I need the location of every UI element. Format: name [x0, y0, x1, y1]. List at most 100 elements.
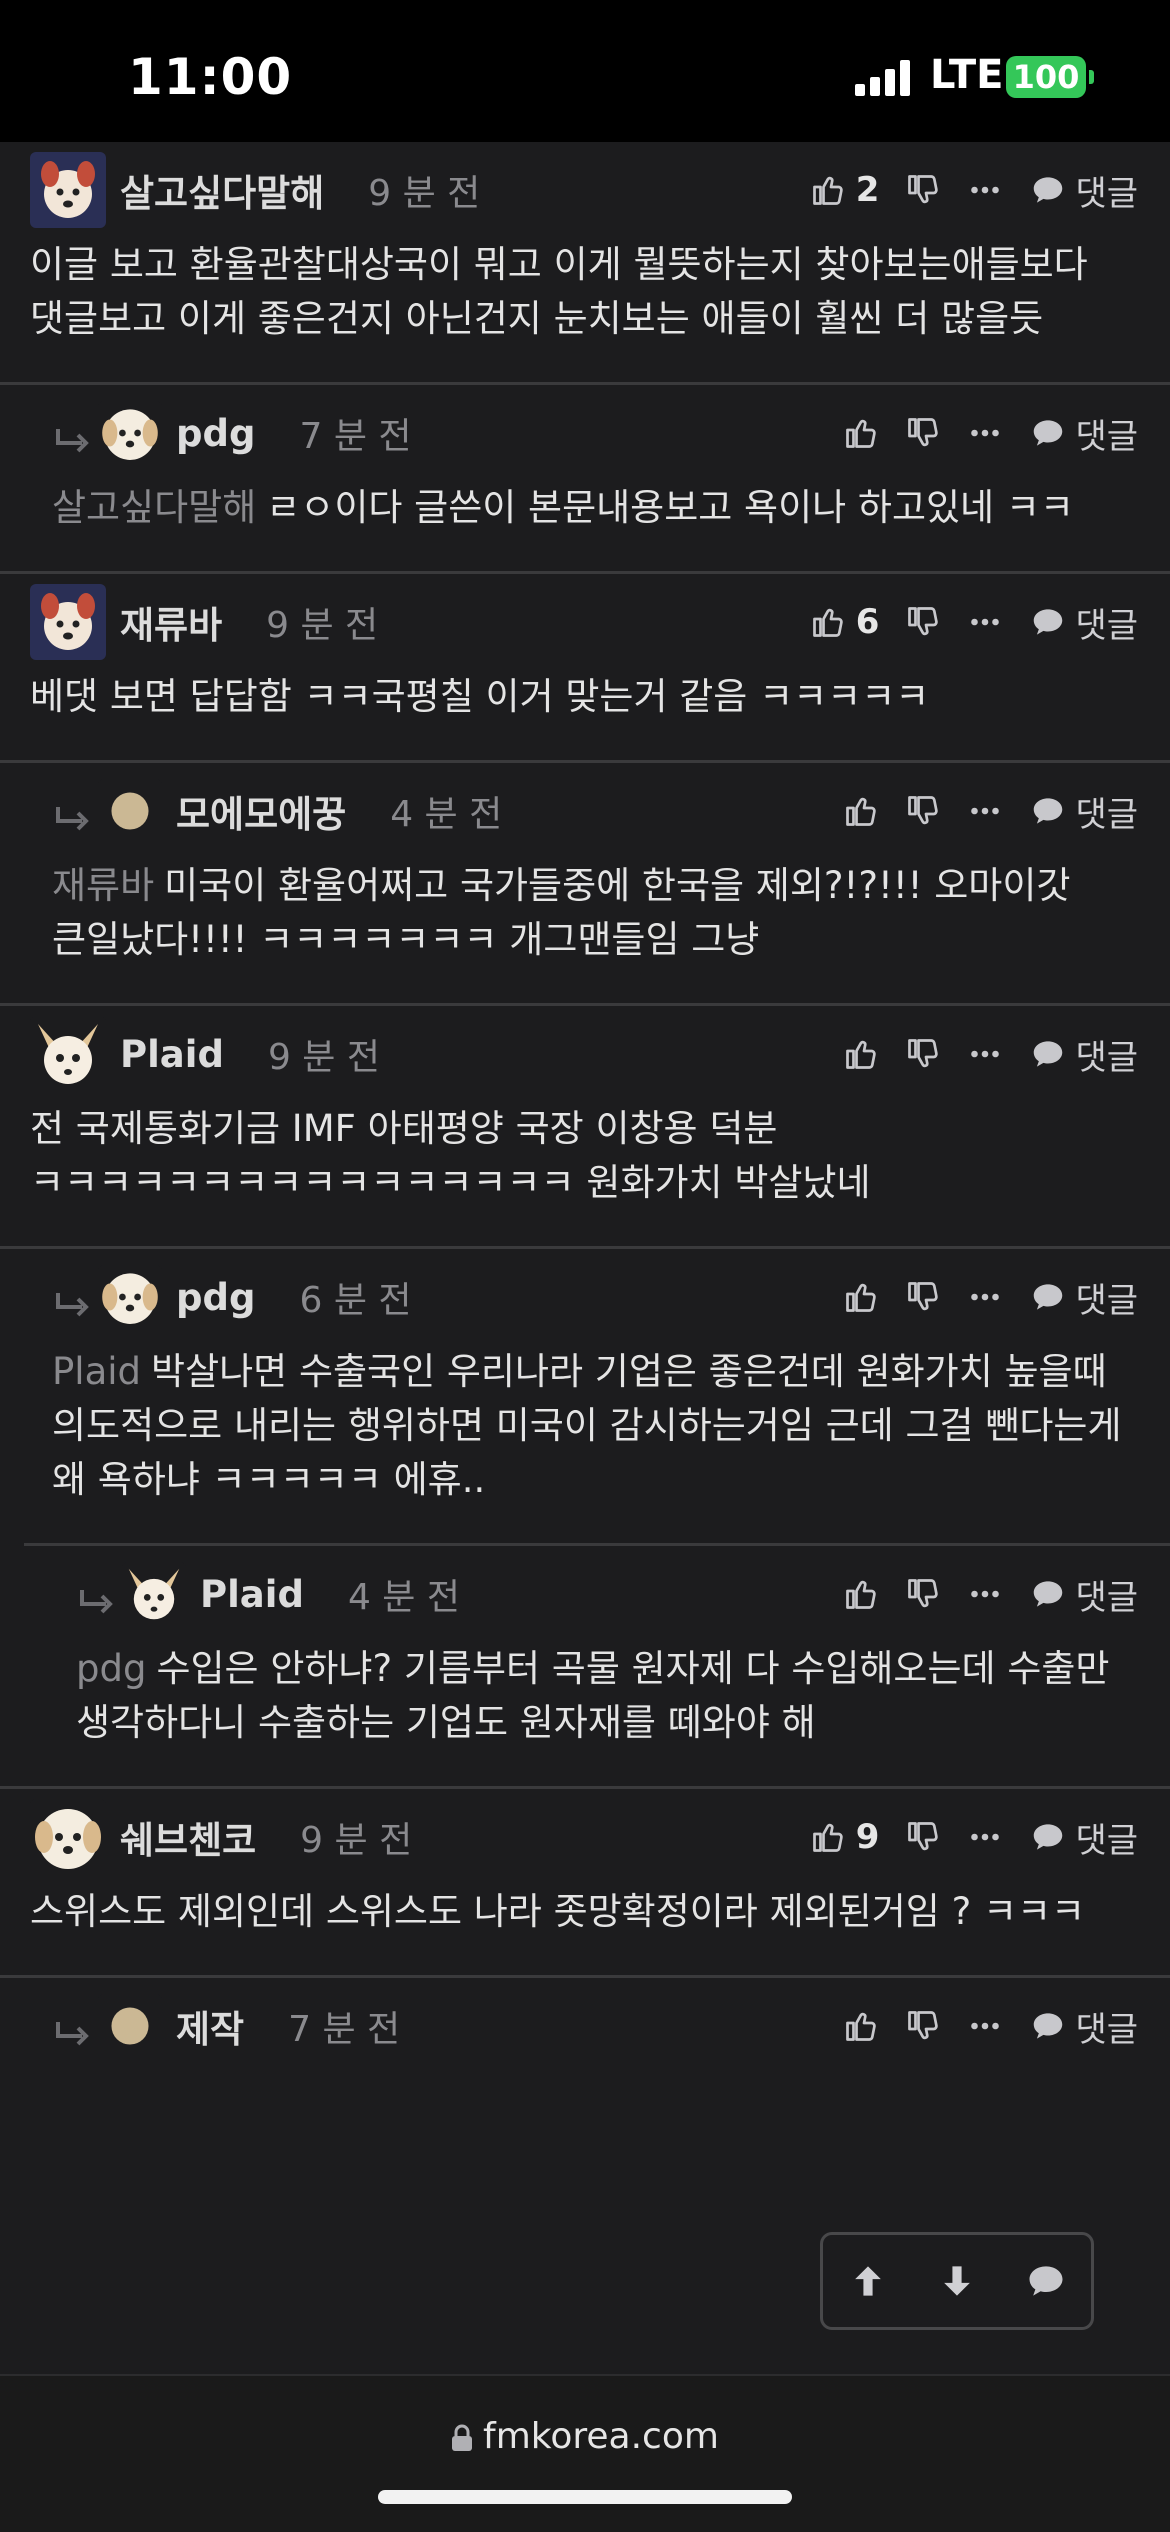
comment-author[interactable]: 재류바 [120, 595, 222, 649]
comment-author[interactable]: 쉐브첸코 [120, 1810, 256, 1864]
comment-author[interactable]: Plaid [120, 1033, 224, 1076]
thumbs-up-icon [843, 793, 879, 829]
thumbs-up-icon [810, 1819, 846, 1855]
more-button[interactable] [967, 1279, 1003, 1315]
avatar[interactable] [98, 401, 162, 465]
dislike-button[interactable] [905, 172, 941, 208]
avatar[interactable] [30, 152, 106, 228]
comment-author[interactable]: 모에모에꿍 [176, 784, 346, 838]
like-button[interactable] [843, 1576, 879, 1612]
like-button[interactable] [843, 1279, 879, 1315]
avatar[interactable] [98, 1265, 162, 1329]
reply-arrow-icon [52, 427, 92, 457]
like-button[interactable] [843, 1036, 879, 1072]
comment-bubble-icon [1029, 1818, 1067, 1856]
comment-bubble-icon [1029, 2007, 1067, 2045]
reply-button[interactable]: 댓글 [1029, 598, 1138, 647]
arrow-up-icon[interactable] [846, 2259, 890, 2303]
reply-button[interactable]: 댓글 [1029, 2002, 1138, 2051]
more-icon [967, 172, 1003, 208]
thumbs-down-icon [905, 172, 941, 208]
thumbs-down-icon [905, 415, 941, 451]
home-indicator[interactable] [378, 2490, 792, 2504]
reply-item: 제작 7 분 전 댓글 [0, 1975, 1170, 2074]
dislike-button[interactable] [905, 1819, 941, 1855]
more-icon [967, 604, 1003, 640]
mention[interactable]: Plaid [52, 1350, 141, 1393]
avatar[interactable] [30, 1799, 106, 1875]
comment-time: 7 분 전 [299, 416, 412, 457]
more-button[interactable] [967, 793, 1003, 829]
dislike-button[interactable] [905, 793, 941, 829]
dislike-button[interactable] [905, 604, 941, 640]
like-count: 2 [855, 170, 880, 210]
reply-button[interactable]: 댓글 [1029, 166, 1138, 215]
reply-item: 모에모에꿍 4 분 전 댓글 재류바 미국이 환율어쩌고 국가들중에 한국을 제외… [0, 760, 1170, 1003]
battery-tip [1089, 70, 1094, 84]
more-button[interactable] [967, 1576, 1003, 1612]
reply-button[interactable]: 댓글 [1029, 409, 1138, 458]
avatar[interactable] [30, 1016, 106, 1092]
more-icon [967, 1279, 1003, 1315]
comment-bubble-icon [1029, 792, 1067, 830]
mention[interactable]: pdg [76, 1647, 146, 1690]
thumbs-up-icon [843, 415, 879, 451]
more-button[interactable] [967, 172, 1003, 208]
comment-time: 9 분 전 [300, 1820, 413, 1861]
thumbs-down-icon [905, 1819, 941, 1855]
comment-author[interactable]: 제작 [176, 1999, 244, 2053]
thumbs-up-icon [843, 1036, 879, 1072]
avatar[interactable] [122, 1562, 186, 1626]
like-button[interactable]: 6 [810, 602, 879, 642]
thumbs-down-icon [905, 604, 941, 640]
comment-text: 이글 보고 환율관찰대상국이 뭐고 이게 뭘뜻하는지 찾아보는애들보다 댓글보고… [30, 243, 1088, 340]
comment-list[interactable]: 살고싶다말해 9 분 전 2 댓글 이글 보고 환율관찰대상국이 뭐고 이게 뭘… [0, 142, 1170, 2374]
avatar[interactable] [98, 1994, 162, 2058]
comment-bubble-icon[interactable] [1024, 2259, 1068, 2303]
like-count: 9 [855, 1817, 880, 1857]
comment-author[interactable]: 살고싶다말해 [120, 163, 324, 217]
like-button[interactable] [843, 793, 879, 829]
like-button[interactable] [843, 415, 879, 451]
reply-button[interactable]: 댓글 [1029, 1813, 1138, 1862]
comment-author[interactable]: pdg [176, 412, 255, 455]
comment-bubble-icon [1029, 1035, 1067, 1073]
dislike-button[interactable] [905, 1279, 941, 1315]
reply-button[interactable]: 댓글 [1029, 1273, 1138, 1322]
dislike-button[interactable] [905, 1576, 941, 1612]
browser-bar: fmkorea.com [0, 2374, 1170, 2532]
like-button[interactable]: 2 [810, 170, 880, 210]
reply-button[interactable]: 댓글 [1029, 1570, 1138, 1619]
network-label: LTE [930, 52, 1004, 98]
more-button[interactable] [967, 604, 1003, 640]
dislike-button[interactable] [905, 1036, 941, 1072]
like-button[interactable]: 9 [810, 1817, 880, 1857]
more-icon [967, 2008, 1003, 2044]
reply-arrow-icon [52, 2020, 92, 2050]
dislike-button[interactable] [905, 415, 941, 451]
reply-item: pdg 7 분 전 댓글 살고싶다말해 ㄹㅇ이다 글쓴이 본문내용보고 욕이나 하… [0, 382, 1170, 571]
more-button[interactable] [967, 2008, 1003, 2044]
reply-button[interactable]: 댓글 [1029, 787, 1138, 836]
more-button[interactable] [967, 1036, 1003, 1072]
thumbs-down-icon [905, 793, 941, 829]
comment-item: Plaid 9 분 전 댓글 전 국제통화기금 IMF 아태평양 국장 이창용 … [0, 1003, 1170, 1246]
dislike-button[interactable] [905, 2008, 941, 2044]
more-button[interactable] [967, 1819, 1003, 1855]
mention[interactable]: 재류바 [52, 864, 154, 907]
reply-arrow-icon [52, 1291, 92, 1321]
avatar[interactable] [30, 584, 106, 660]
arrow-down-icon[interactable] [935, 2259, 979, 2303]
avatar[interactable] [98, 779, 162, 843]
comment-author[interactable]: Plaid [200, 1573, 304, 1616]
more-icon [967, 1576, 1003, 1612]
comment-text: 스위스도 제외인데 스위스도 나라 좃망확정이라 제외된거임 ? ㅋㅋㅋ [30, 1890, 1086, 1933]
more-icon [967, 793, 1003, 829]
comment-author[interactable]: pdg [176, 1276, 255, 1319]
comment-text: Plaid 박살나면 수출국인 우리나라 기업은 좋은건데 원화가치 높을때 의도… [52, 1350, 1122, 1501]
mention[interactable]: 살고싶다말해 [52, 486, 256, 529]
reply-button[interactable]: 댓글 [1029, 1030, 1138, 1079]
like-button[interactable] [843, 2008, 879, 2044]
more-button[interactable] [967, 415, 1003, 451]
address-bar[interactable]: fmkorea.com [0, 2416, 1170, 2457]
